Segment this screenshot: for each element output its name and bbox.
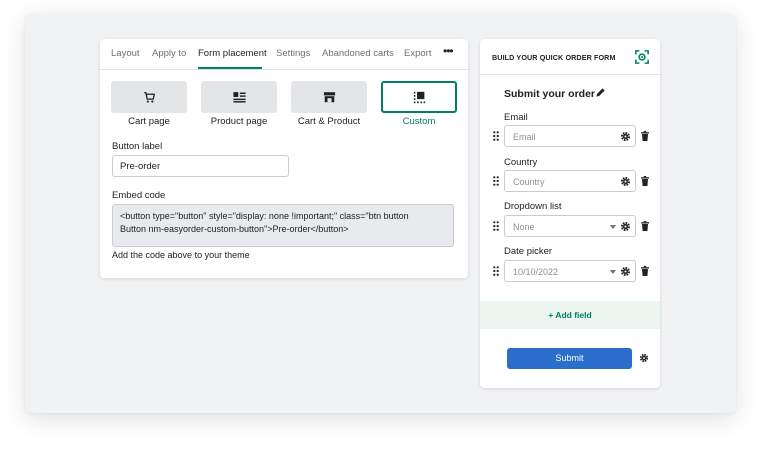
drag-handle-icon[interactable] [493, 176, 499, 186]
field-preview-dropdown-list[interactable]: None [504, 215, 636, 237]
field-placeholder-email: Email [513, 132, 536, 142]
form-placement-card: Layout Apply to Form placement Settings … [100, 39, 468, 278]
cart-icon [143, 91, 155, 103]
custom-layout-icon [413, 91, 425, 103]
field-label-date-picker: Date picker [504, 246, 553, 257]
active-tab-indicator [198, 67, 262, 69]
edit-pencil-icon[interactable] [595, 87, 606, 98]
tab-export[interactable]: Export [404, 48, 431, 59]
embed-code-line-1: <button type="button" style="display: no… [120, 211, 409, 221]
settings-tabs: Layout Apply to Form placement Settings … [100, 39, 468, 70]
field-label-dropdown-list: Dropdown list [504, 201, 562, 212]
tab-settings[interactable]: Settings [276, 48, 310, 59]
trash-icon[interactable] [641, 176, 649, 186]
drag-handle-icon[interactable] [493, 131, 499, 141]
quick-order-form-builder: BUILD YOUR QUICK ORDER FORM Submit your … [480, 39, 660, 388]
gear-icon[interactable] [639, 353, 649, 363]
tab-apply-to[interactable]: Apply to [152, 48, 186, 59]
more-tabs-button[interactable]: ••• [443, 44, 454, 58]
trash-icon[interactable] [641, 131, 649, 141]
field-placeholder-country: Country [513, 177, 545, 187]
gear-icon[interactable] [620, 266, 631, 277]
field-preview-country[interactable]: Country [504, 170, 636, 192]
placement-option-cart-and-product[interactable] [291, 81, 367, 113]
drag-handle-icon[interactable] [493, 221, 499, 231]
embed-code-hint: Add the code above to your theme [112, 250, 250, 260]
tab-abandoned-carts[interactable]: Abandoned carts [322, 48, 394, 59]
product-page-icon [232, 92, 246, 103]
placement-label-cart-page: Cart page [128, 116, 170, 127]
placement-option-custom[interactable] [381, 81, 457, 113]
button-label-heading: Button label [112, 141, 163, 152]
trash-icon[interactable] [641, 266, 649, 276]
embed-code-heading: Embed code [112, 190, 166, 201]
placement-label-cart-and-product: Cart & Product [297, 116, 361, 127]
field-label-email: Email [504, 112, 528, 123]
button-label-input[interactable] [112, 155, 289, 177]
embed-code-line-2: Button nm-easyorder-custom-button">Pre-o… [120, 223, 349, 234]
store-icon [323, 92, 335, 103]
field-label-country: Country [504, 157, 538, 168]
submit-button[interactable]: Submit [507, 348, 632, 369]
placement-option-cart-page[interactable] [111, 81, 187, 113]
field-placeholder-date-picker: 10/10/2022 [513, 267, 559, 277]
placement-label-product-page: Product page [210, 116, 268, 127]
field-preview-email[interactable]: Email [504, 125, 636, 147]
trash-icon[interactable] [641, 221, 649, 231]
placement-option-product-page[interactable] [201, 81, 277, 113]
form-title: Submit your order [504, 88, 596, 100]
tab-layout[interactable]: Layout [111, 48, 140, 59]
gear-icon[interactable] [620, 176, 631, 187]
tab-form-placement[interactable]: Form placement [198, 48, 267, 59]
field-placeholder-dropdown-list: None [513, 222, 535, 232]
gear-icon[interactable] [620, 131, 631, 142]
caret-down-icon [610, 270, 616, 274]
embed-code-box[interactable]: <button type="button" style="display: no… [112, 204, 454, 247]
add-field-button[interactable]: + Add field [480, 310, 660, 320]
gear-icon[interactable] [620, 221, 631, 232]
caret-down-icon [610, 225, 616, 229]
add-field-bar: + Add field [480, 301, 660, 329]
placement-label-custom: Custom [402, 116, 436, 127]
builder-header: BUILD YOUR QUICK ORDER FORM [480, 39, 660, 75]
drag-handle-icon[interactable] [493, 266, 499, 276]
preview-scan-icon[interactable] [635, 50, 649, 64]
field-preview-date-picker[interactable]: 10/10/2022 [504, 260, 636, 282]
builder-title: BUILD YOUR QUICK ORDER FORM [492, 53, 616, 62]
